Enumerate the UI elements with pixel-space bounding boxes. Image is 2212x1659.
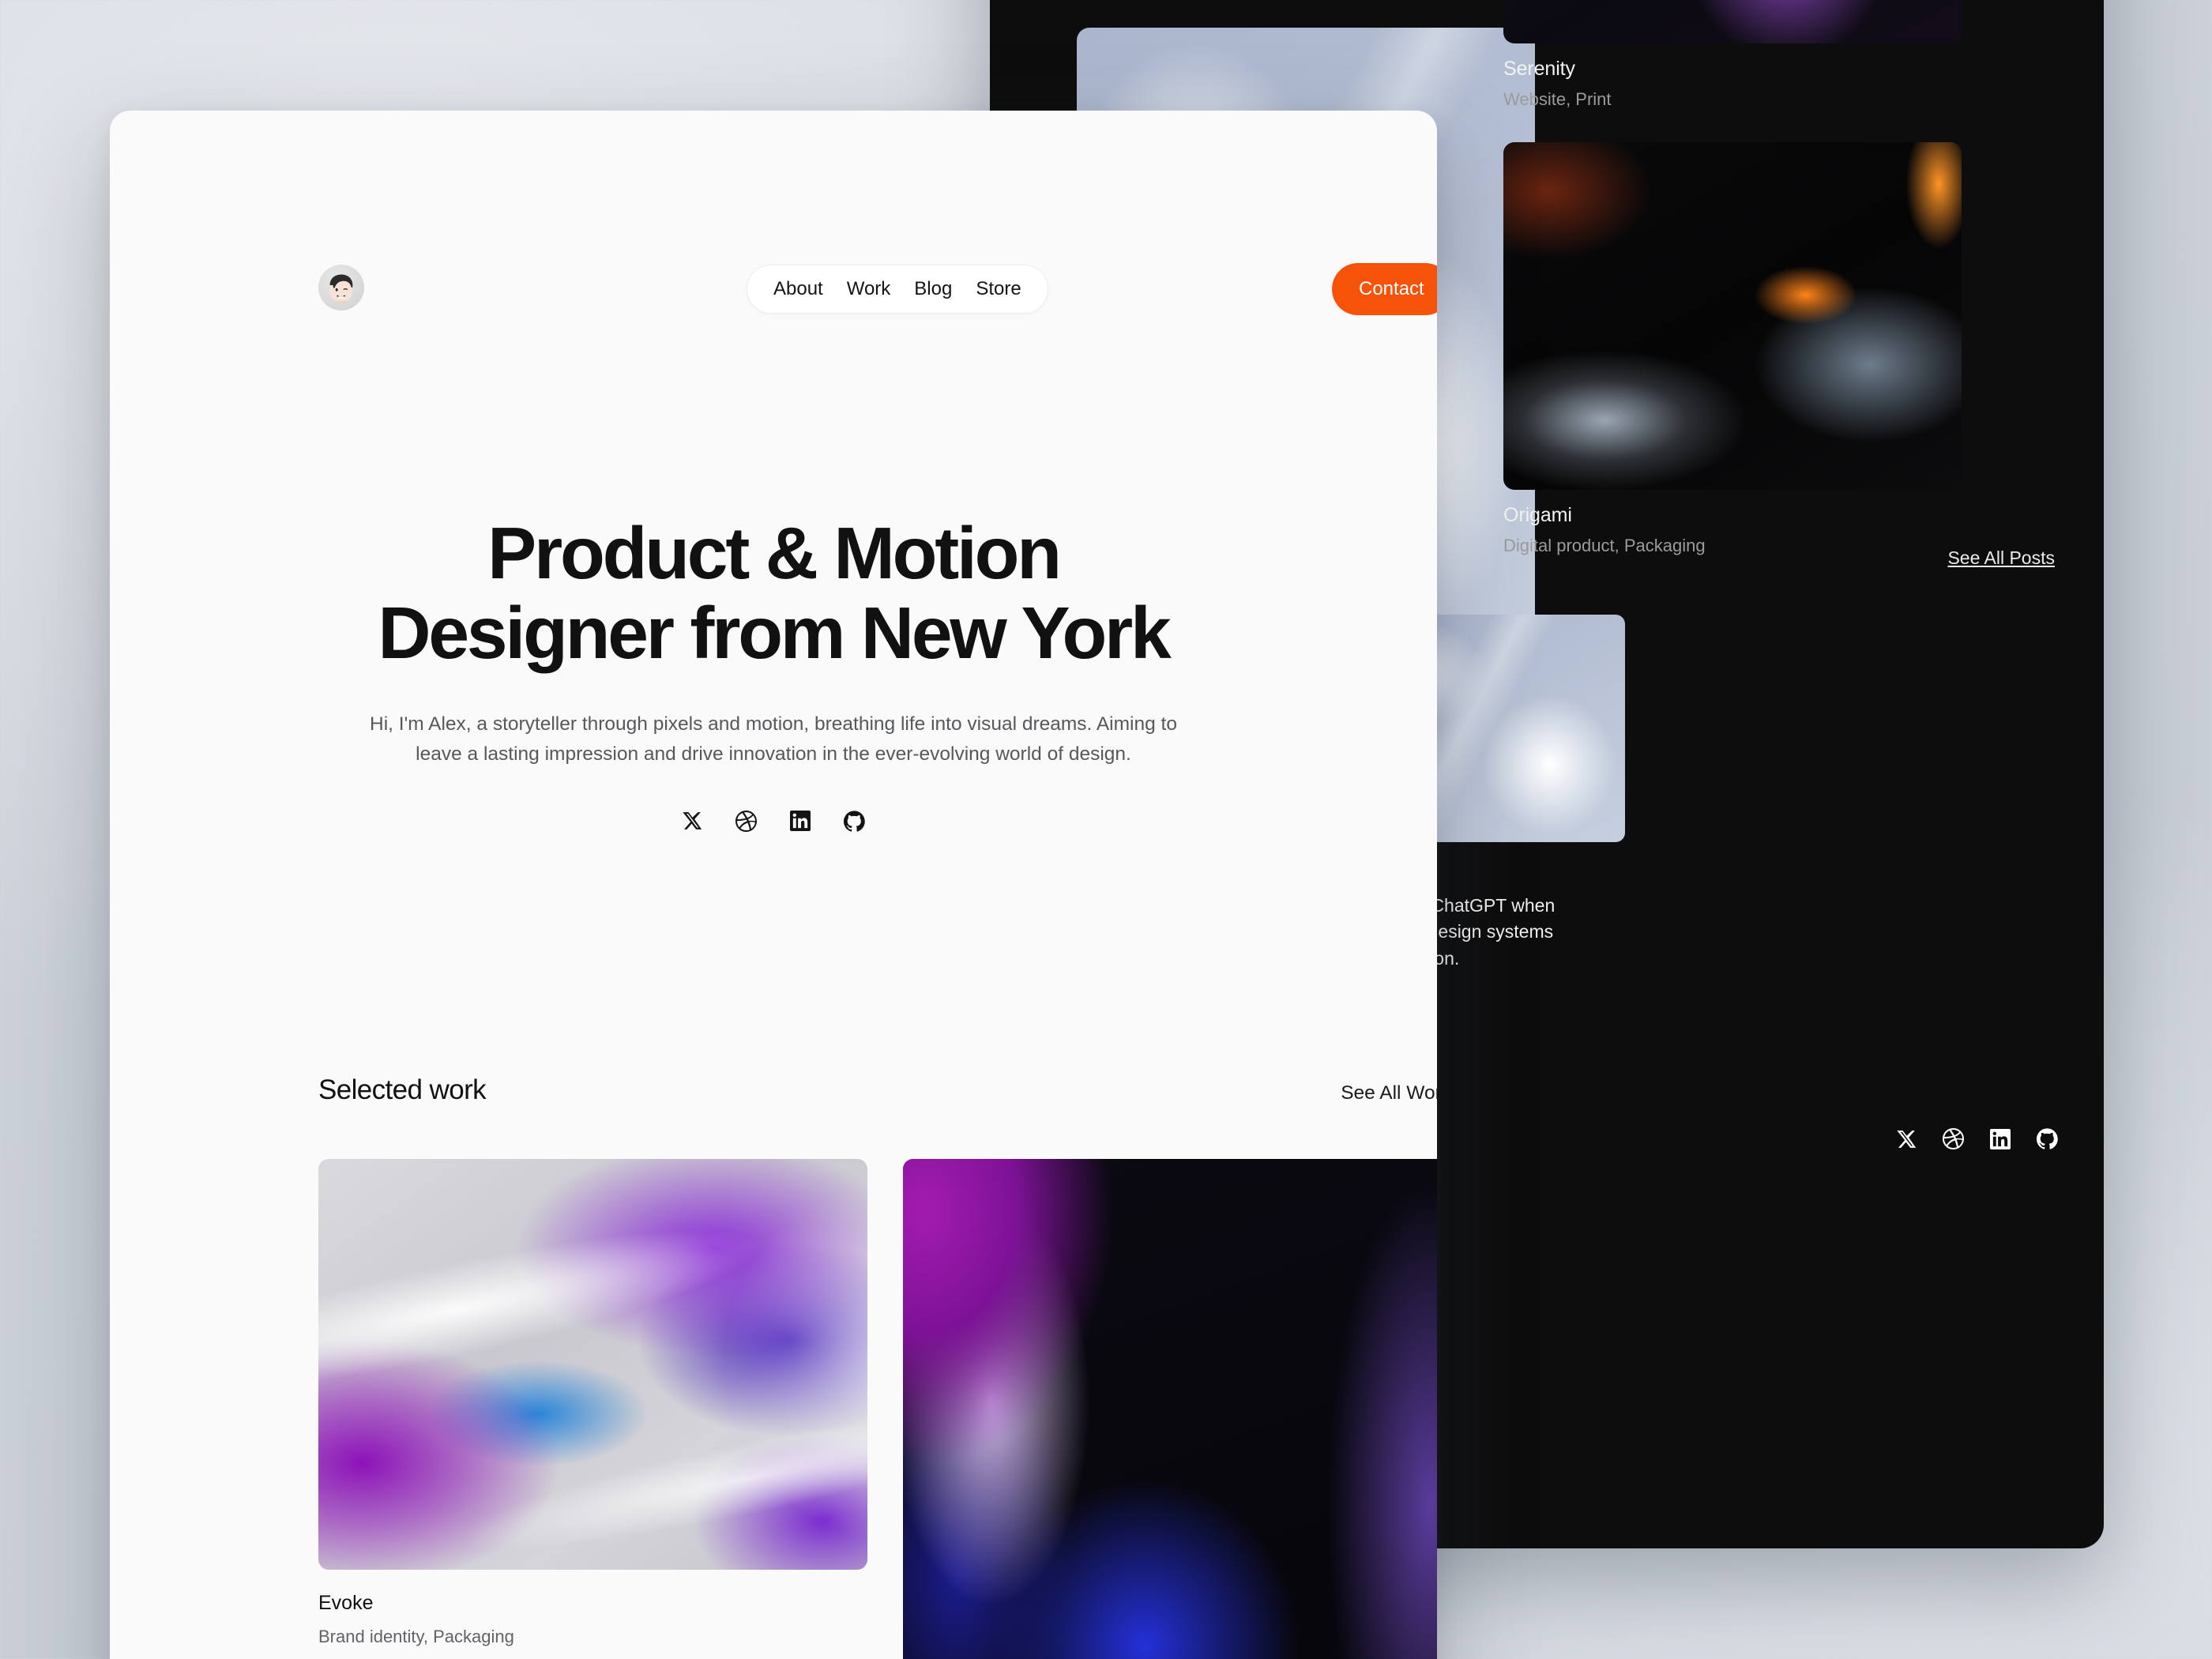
dark-work-tags-serenity: Website, Print (1503, 89, 1612, 109)
github-icon[interactable] (843, 810, 865, 836)
avatar[interactable] (318, 265, 364, 310)
github-icon[interactable] (2036, 1128, 2058, 1153)
dark-work-thumb-serenity[interactable] (1503, 0, 1962, 43)
hero-section: Product & Motion Designer from New York … (110, 512, 1437, 836)
nav-item-store[interactable]: Store (976, 278, 1021, 300)
hero-subtitle: Hi, I'm Alex, a storyteller through pixe… (370, 713, 1177, 765)
light-theme-portfolio-card: About Work Blog Store Contact Product & … (110, 111, 1437, 1659)
artwork-glass-purple (318, 1159, 867, 1570)
nav-item-work[interactable]: Work (847, 278, 891, 300)
dark-work-tags-origami: Digital product, Packaging (1503, 536, 1706, 555)
x-twitter-icon[interactable] (682, 811, 702, 835)
hero-line-1: Product & Motion (487, 512, 1062, 594)
hero-line-2: Designer from New York (378, 592, 1171, 675)
work-column-right (903, 1159, 1437, 1659)
work-column-left: Evoke Brand identity, Packaging (318, 1159, 867, 1659)
dark-work-thumb-origami[interactable] (1503, 142, 1962, 490)
dribbble-icon[interactable] (735, 810, 757, 836)
see-all-work-link[interactable]: See All Work (1341, 1082, 1437, 1104)
artwork-dark-ribbons (903, 1159, 1437, 1659)
work-card-tags-evoke: Brand identity, Packaging (318, 1627, 514, 1646)
work-card-title-evoke: Evoke (318, 1592, 374, 1614)
dark-panel-work-column-right: Serenity Website, Print Origami Digital … (1503, 0, 1962, 556)
work-card-thumb-evoke[interactable] (318, 1159, 867, 1570)
site-header (110, 111, 1437, 269)
selected-work-title: Selected work (318, 1074, 487, 1105)
linkedin-icon[interactable] (1990, 1128, 2011, 1153)
main-navigation: About Work Blog Store (747, 265, 1048, 314)
page-title: Product & Motion Designer from New York (110, 512, 1437, 675)
work-card-thumb-ribbon[interactable] (903, 1159, 1437, 1659)
artwork-purple-waves (1503, 0, 1962, 43)
dark-work-title-origami: Origami (1503, 504, 1572, 526)
dark-work-title-serenity: Serenity (1503, 58, 1575, 80)
linkedin-icon[interactable] (790, 811, 811, 835)
nav-item-about[interactable]: About (773, 278, 823, 300)
dribbble-icon[interactable] (1943, 1128, 1964, 1153)
contact-button[interactable]: Contact (1332, 263, 1437, 315)
selected-work-header: Selected work See All Work (318, 1074, 1437, 1106)
x-twitter-icon[interactable] (1896, 1129, 1917, 1153)
nav-item-blog[interactable]: Blog (914, 278, 952, 300)
selected-work-grid: Evoke Brand identity, Packaging (318, 1159, 1437, 1659)
dark-panel-footer-socials (1896, 1128, 2058, 1153)
artwork-dark-orange-glow (1503, 142, 1962, 490)
see-all-posts-link[interactable]: See All Posts (1947, 547, 2055, 569)
hero-social-links (110, 810, 1437, 836)
